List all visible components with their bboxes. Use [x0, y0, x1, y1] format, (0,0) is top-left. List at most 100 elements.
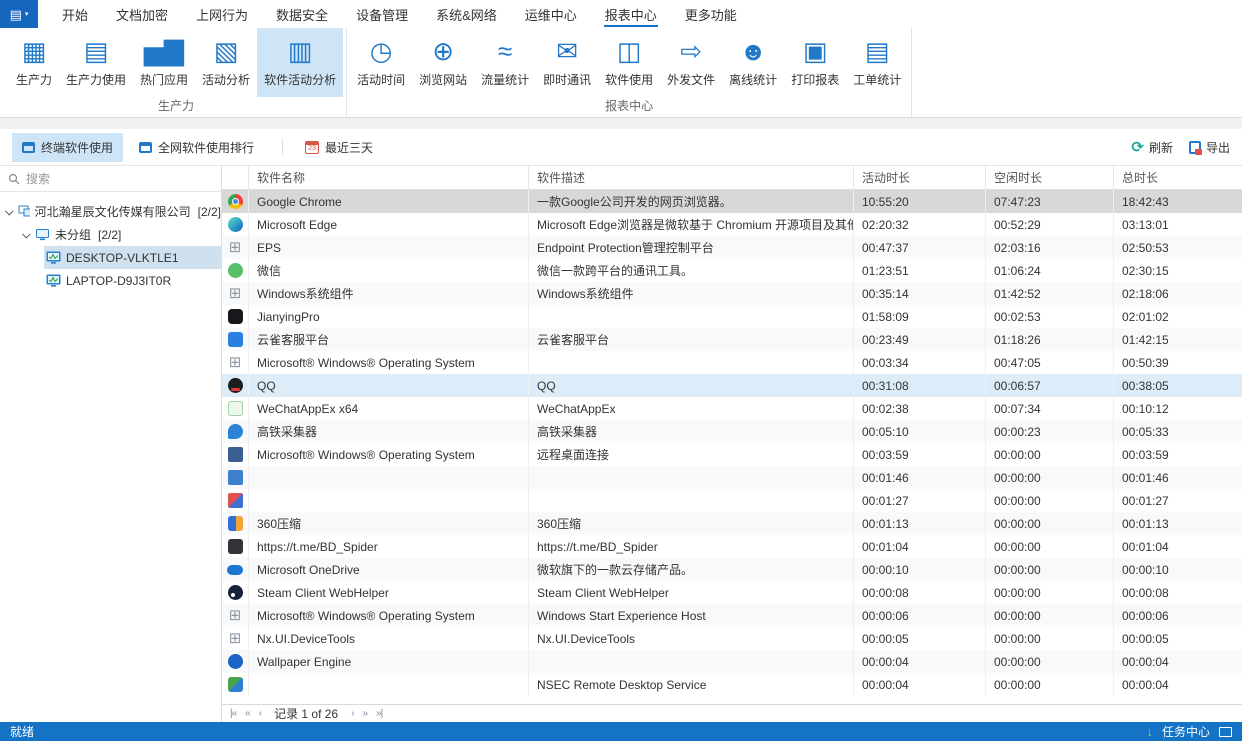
tree-item-label: 未分组 — [55, 226, 91, 243]
onedrive-app-icon — [227, 565, 243, 575]
table-row[interactable]: JianyingPro 01:58:09 00:02:53 02:01:02 — [222, 305, 1242, 328]
search-input[interactable] — [26, 172, 213, 186]
table-row[interactable]: Wallpaper Engine 00:00:04 00:00:00 00:00… — [222, 650, 1242, 673]
tab-actions: ⟳ 刷新 导出 — [1131, 139, 1230, 156]
ribbon-button-activity-time[interactable]: ◷ 活动时间 — [350, 28, 412, 97]
table-row[interactable]: Microsoft® Windows® Operating System Win… — [222, 604, 1242, 627]
menu-item-system-network[interactable]: 系统&网络 — [422, 0, 511, 28]
table-row[interactable]: Microsoft OneDrive 微软旗下的一款云存储产品。 00:00:1… — [222, 558, 1242, 581]
table-row[interactable]: Steam Client WebHelper Steam Client WebH… — [222, 581, 1242, 604]
table-row[interactable]: 360压缩 360压缩 00:01:13 00:00:00 00:01:13 — [222, 512, 1242, 535]
table-header: 软件名称 软件描述 活动时长 空闲时长 总时长 — [222, 166, 1242, 190]
ribbon-button-activity-analysis[interactable]: ▧ 活动分析 — [195, 28, 257, 97]
active-duration-cell: 02:20:32 — [853, 213, 985, 236]
software-name-cell: 微信 — [248, 259, 528, 282]
menu-item-more-features[interactable]: 更多功能 — [671, 0, 751, 28]
ribbon-button-print-reports[interactable]: ▣ 打印报表 — [784, 28, 846, 97]
total-duration-cell: 02:01:02 — [1113, 305, 1242, 328]
ribbon-button-software-activity-analysis[interactable]: ▥ 软件活动分析 — [257, 28, 343, 97]
active-duration-cell: 00:00:05 — [853, 627, 985, 650]
last-page-button[interactable]: »| — [376, 708, 382, 719]
app-menu-button[interactable]: ▤ ▾ — [0, 0, 38, 28]
ribbon-button-offline-stats[interactable]: ☻ 离线统计 — [722, 28, 784, 97]
ribbon-button-instant-messaging[interactable]: ✉ 即时通讯 — [536, 28, 598, 97]
first-page-button[interactable]: |« — [230, 708, 236, 719]
fast-next-page-button[interactable]: » — [362, 708, 367, 719]
total-duration-cell: 02:18:06 — [1113, 282, 1242, 305]
column-total-duration[interactable]: 总时长 — [1113, 166, 1242, 189]
column-active-duration[interactable]: 活动时长 — [853, 166, 985, 189]
active-duration-cell: 00:02:38 — [853, 397, 985, 420]
ribbon-button-traffic-stats[interactable]: ≈ 流量统计 — [474, 28, 536, 97]
software-desc-cell: 远程桌面连接 — [528, 443, 853, 466]
column-idle-duration[interactable]: 空闲时长 — [985, 166, 1113, 189]
fast-prev-page-button[interactable]: « — [245, 708, 250, 719]
ribbon-button-browse-websites[interactable]: ⊕ 浏览网站 — [412, 28, 474, 97]
table-row[interactable]: EPS Endpoint Protection管理控制平台 00:47:37 0… — [222, 236, 1242, 259]
ribbon-button-productivity-usage[interactable]: ▤ 生产力使用 — [59, 28, 133, 97]
software-desc-cell: NSEC Remote Desktop Service — [528, 673, 853, 696]
computer-tree-sidebar: 河北瀚星辰文化传媒有限公司 [2/2] 未分组 [2/2] — [0, 166, 222, 722]
table-row[interactable]: Windows系统组件 Windows系统组件 00:35:14 01:42:5… — [222, 282, 1242, 305]
menu-item-start[interactable]: 开始 — [48, 0, 102, 28]
column-software-desc[interactable]: 软件描述 — [528, 166, 853, 189]
column-software-name[interactable]: 软件名称 — [248, 166, 528, 189]
table-row[interactable]: 00:01:27 00:00:00 00:01:27 — [222, 489, 1242, 512]
ribbon-group-productivity: ▦ 生产力 ▤ 生产力使用 ▅▇ 热门应用 ▧ 活动分析 — [6, 28, 347, 117]
menu-item-label: 报表中心 — [605, 5, 657, 24]
computer-icon — [46, 251, 61, 264]
table-row[interactable]: NSEC Remote Desktop Service 00:00:04 00:… — [222, 673, 1242, 696]
menu-item-ops-center[interactable]: 运维中心 — [511, 0, 591, 28]
ribbon-button-outgoing-files[interactable]: ⇨ 外发文件 — [660, 28, 722, 97]
tab-last-three-days[interactable]: 23 最近三天 — [295, 133, 383, 162]
remote-monitor-icon[interactable] — [1219, 727, 1232, 737]
chevron-down-icon: ▾ — [25, 10, 29, 18]
ribbon-button-workorder-stats[interactable]: ▤ 工单统计 — [846, 28, 908, 97]
table-row[interactable]: https://t.me/BD_Spider https://t.me/BD_S… — [222, 535, 1242, 558]
menu-item-data-security[interactable]: 数据安全 — [262, 0, 342, 28]
total-duration-cell: 00:00:08 — [1113, 581, 1242, 604]
ribbon-button-hot-apps[interactable]: ▅▇ 热门应用 — [133, 28, 195, 97]
table-row[interactable]: WeChatAppEx x64 WeChatAppEx 00:02:38 00:… — [222, 397, 1242, 420]
windows-app-icon — [228, 286, 243, 301]
menu-item-report-center[interactable]: 报表中心 — [591, 0, 671, 28]
software-desc-cell: 云雀客服平台 — [528, 328, 853, 351]
table-row[interactable]: Microsoft® Windows® Operating System 00:… — [222, 351, 1242, 374]
tab-network-software-ranking[interactable]: 全网软件使用排行 — [129, 133, 264, 162]
active-duration-cell: 10:55:20 — [853, 190, 985, 213]
ribbon-button-productivity[interactable]: ▦ 生产力 — [9, 28, 59, 97]
table-row[interactable]: Microsoft® Windows® Operating System 远程桌… — [222, 443, 1242, 466]
menu-item-doc-encryption[interactable]: 文档加密 — [102, 0, 182, 28]
prev-page-button[interactable]: ‹ — [259, 708, 261, 719]
table-row[interactable]: 云雀客服平台 云雀客服平台 00:23:49 01:18:26 01:42:15 — [222, 328, 1242, 351]
ribbon-button-label: 活动时间 — [357, 71, 405, 88]
calendar-icon: 23 — [305, 141, 319, 154]
menu-item-device-management[interactable]: 设备管理 — [342, 0, 422, 28]
next-page-button[interactable]: › — [351, 708, 353, 719]
table-row[interactable]: 高铁采集器 高铁采集器 00:05:10 00:00:23 00:05:33 — [222, 420, 1242, 443]
tree-item-laptop-d9j3it0r[interactable]: LAPTOP-D9J3IT0R — [44, 269, 221, 292]
tree-item-desktop-vlktle1[interactable]: DESKTOP-VLKTLE1 — [44, 246, 221, 269]
refresh-button[interactable]: ⟳ 刷新 — [1131, 139, 1173, 156]
tree-item-ungrouped[interactable]: 未分组 [2/2] — [0, 223, 221, 246]
table-row[interactable]: 00:01:46 00:00:00 00:01:46 — [222, 466, 1242, 489]
menu-item-web-behavior[interactable]: 上网行为 — [182, 0, 262, 28]
download-icon[interactable]: ↓ — [1146, 725, 1153, 738]
ribbon-button-label: 活动分析 — [202, 71, 250, 88]
device-tool-app-icon — [228, 493, 243, 508]
tree-item-company[interactable]: 河北瀚星辰文化传媒有限公司 [2/2] — [0, 200, 221, 223]
table-row[interactable]: Nx.UI.DeviceTools Nx.UI.DeviceTools 00:0… — [222, 627, 1242, 650]
table-row[interactable]: Microsoft Edge Microsoft Edge浏览器是微软基于 Ch… — [222, 213, 1242, 236]
status-right: ↓ 任务中心 — [1146, 723, 1232, 740]
export-button[interactable]: 导出 — [1189, 139, 1230, 156]
task-center-button[interactable]: 任务中心 — [1162, 723, 1210, 740]
table-row[interactable]: 微信 微信一款跨平台的通讯工具。 01:23:51 01:06:24 02:30… — [222, 259, 1242, 282]
ribbon-group-label: 生产力 — [9, 97, 343, 117]
software-name-cell: Nx.UI.DeviceTools — [248, 627, 528, 650]
table-row[interactable]: QQ QQ 00:31:08 00:06:57 00:38:05 — [222, 374, 1242, 397]
table-row[interactable]: Google Chrome 一款Google公司开发的网页浏览器。 10:55:… — [222, 190, 1242, 213]
ribbon-button-software-usage[interactable]: ◫ 软件使用 — [598, 28, 660, 97]
active-duration-cell: 00:00:06 — [853, 604, 985, 627]
tab-terminal-software-usage[interactable]: 终端软件使用 — [12, 133, 123, 162]
pagination-bar: |« « ‹ 记录 1 of 26 › » »| — [222, 704, 1242, 722]
